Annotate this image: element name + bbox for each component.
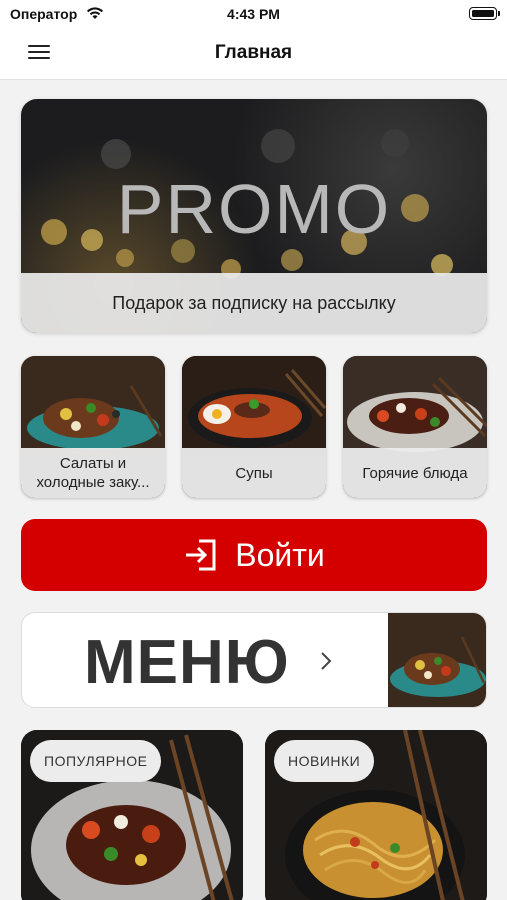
category-label-bar: Горячие блюда <box>343 448 487 498</box>
salad-image <box>21 356 165 456</box>
promo-caption-bar: Подарок за подписку на рассылку <box>21 273 487 333</box>
page-title: Главная <box>214 42 293 63</box>
promo-caption: Подарок за подписку на рассылку <box>112 293 396 313</box>
status-time: 4:43 PM <box>227 6 280 22</box>
promo-title: PROMO <box>116 170 392 248</box>
new-items-card[interactable]: НОВИНКИ <box>265 730 487 900</box>
category-label-bar: Салаты и холодные заку... <box>21 448 165 498</box>
status-bar: Оператор 4:43 PM <box>0 0 507 28</box>
navigation-bar: Главная <box>0 28 507 80</box>
new-items-badge: НОВИНКИ <box>274 740 375 782</box>
chevron-right-icon <box>321 652 332 670</box>
login-icon <box>186 539 216 571</box>
category-soups[interactable]: Супы <box>182 356 326 498</box>
popular-card[interactable]: ПОПУЛЯРНОЕ <box>21 730 243 900</box>
category-salads[interactable]: Салаты и холодные заку... <box>21 356 165 498</box>
login-label: Войти <box>235 536 325 573</box>
popular-badge: ПОПУЛЯРНОЕ <box>30 740 162 782</box>
battery-icon <box>469 7 500 20</box>
category-label-bar: Супы <box>182 448 326 498</box>
category-label: Салаты и холодные заку... <box>36 455 150 491</box>
category-hot-dishes[interactable]: Горячие блюда <box>343 356 487 498</box>
menu-title: МЕНЮ <box>84 628 290 697</box>
menu-dish-image <box>388 613 486 707</box>
promo-banner[interactable]: PROMO Подарок за подписку на рассылку <box>21 99 487 333</box>
menu-card[interactable]: МЕНЮ <box>21 612 487 708</box>
hot-dish-image <box>343 356 487 456</box>
login-button[interactable]: Войти <box>21 519 487 591</box>
category-label: Горячие блюда <box>362 464 468 482</box>
soup-image <box>182 356 326 456</box>
category-label: Супы <box>235 464 273 482</box>
